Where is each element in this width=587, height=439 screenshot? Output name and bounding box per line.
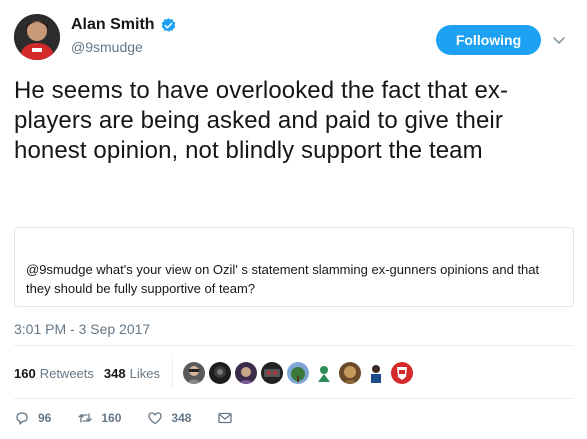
- reply-count: 96: [38, 411, 52, 425]
- liker-avatar-3[interactable]: [234, 362, 257, 384]
- tweet-actions: 96 160 348: [14, 410, 259, 426]
- retweet-icon: [78, 413, 93, 423]
- liker-avatar-9[interactable]: [390, 362, 413, 384]
- liker-avatar-1[interactable]: [182, 362, 205, 384]
- liker-avatars: [182, 362, 413, 384]
- retweets-label[interactable]: Retweets: [40, 366, 94, 381]
- liker-avatar-2[interactable]: [208, 362, 231, 384]
- following-button[interactable]: Following: [436, 25, 541, 55]
- user-avatar[interactable]: [14, 14, 60, 60]
- envelope-icon: [218, 412, 233, 424]
- retweets-count[interactable]: 160: [14, 366, 36, 381]
- retweet-count: 160: [101, 411, 122, 425]
- stats-divider: [171, 358, 173, 388]
- liker-avatar-8[interactable]: [364, 362, 387, 384]
- tweet-header: Alan Smith @9smudge Following: [14, 14, 574, 62]
- tweet-text: He seems to have overlooked the fact tha…: [14, 77, 509, 164]
- quoted-tweet-text: @9smudge what's your view on Ozil' s sta…: [26, 262, 540, 296]
- liker-avatar-5[interactable]: [286, 362, 309, 384]
- tweet-stats: 160 Retweets 348 Likes: [14, 358, 413, 388]
- likes-label[interactable]: Likes: [130, 366, 160, 381]
- user-handle[interactable]: @9smudge: [71, 39, 177, 55]
- reply-button[interactable]: 96: [14, 410, 51, 426]
- heart-icon: [148, 412, 163, 425]
- liker-avatar-4[interactable]: [260, 362, 283, 384]
- liker-avatar-7[interactable]: [338, 362, 361, 384]
- verified-badge-icon: [160, 17, 177, 34]
- display-name[interactable]: Alan Smith: [71, 16, 155, 34]
- profile-avatar-icon: [14, 14, 60, 60]
- reply-icon: [16, 412, 28, 425]
- divider: [14, 398, 574, 399]
- divider: [14, 345, 574, 346]
- retweet-button[interactable]: 160: [77, 410, 121, 426]
- chevron-down-icon[interactable]: [551, 32, 567, 48]
- like-button[interactable]: 348: [147, 410, 191, 426]
- message-button[interactable]: [217, 410, 233, 426]
- like-count: 348: [171, 411, 192, 425]
- liker-avatar-6[interactable]: [312, 362, 335, 384]
- tweet-timestamp[interactable]: 3:01 PM - 3 Sep 2017: [14, 321, 150, 337]
- likes-count[interactable]: 348: [104, 366, 126, 381]
- quoted-tweet[interactable]: @9smudge what's your view on Ozil' s sta…: [14, 227, 574, 307]
- user-name-block: Alan Smith @9smudge: [71, 16, 177, 55]
